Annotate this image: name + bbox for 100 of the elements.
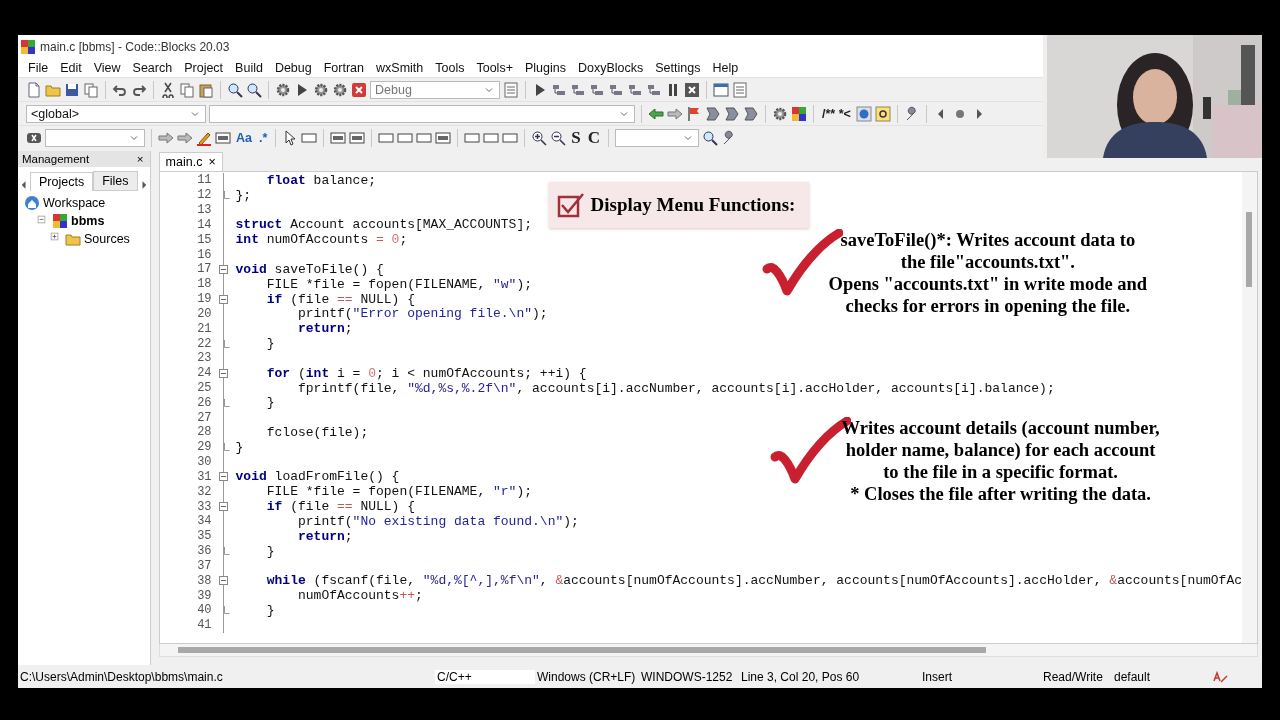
globe-icon[interactable] [855,105,872,122]
menu-item[interactable]: Tools+ [470,60,519,75]
replace-icon[interactable] [246,81,262,98]
menu-item[interactable]: Edit [54,60,88,75]
code-line: FILE *file = fopen(FILENAME, "r"); [265,484,533,500]
dropdown-field[interactable] [615,128,700,147]
line-number: 34 [196,514,212,529]
line-number: 20 [196,306,212,321]
menu-item[interactable]: DoxyBlocks [571,60,650,75]
fold-icon[interactable] [219,576,229,586]
menu-item[interactable]: Tools [429,60,471,75]
shape-icon[interactable] [349,129,366,146]
panel-tab[interactable]: Projects [30,172,94,191]
back-arrow-icon[interactable] [158,129,174,146]
line-number: 17 [196,262,212,277]
checkbox-icon [556,192,585,218]
search-icon[interactable] [702,129,719,146]
blocks-icon[interactable] [791,105,807,122]
bookmark-icon[interactable] [705,105,721,122]
search-icon[interactable] [227,81,243,98]
editor-tab[interactable]: main.c × [158,152,223,171]
tree-item[interactable]: bbms [71,214,105,228]
fold-icon[interactable] [219,472,229,482]
menu-item[interactable]: wxSmith [370,60,430,75]
gear-icon[interactable] [772,105,788,122]
menu-item[interactable]: File [22,60,55,75]
scrollbar-thumb[interactable] [1246,212,1252,287]
code-line: }; [235,187,252,203]
doxy-comment-button[interactable]: /** *< [820,106,853,121]
s-button[interactable]: S [569,127,583,148]
zoom-out-icon[interactable] [550,129,567,146]
panel-tab[interactable]: Files [93,171,138,191]
menu-item[interactable]: Debug [268,60,318,75]
code-line: if (file == NULL) { [265,499,415,515]
zoom-in-icon[interactable] [531,129,548,146]
gear-icon[interactable] [332,81,348,98]
code-line: printf("No existing data found.\n"); [296,513,579,529]
menu-item[interactable]: Settings [649,60,707,75]
stop-icon[interactable] [684,81,700,98]
menu-item[interactable]: Build [229,60,269,75]
abort-icon[interactable] [351,81,367,98]
back-arrow-icon[interactable] [648,105,664,122]
build-target-dropdown[interactable]: Debug [370,80,500,99]
regex-button[interactable]: .* [257,130,270,145]
line-number: 33 [196,499,212,514]
match-case-button[interactable]: Aa [234,130,254,145]
flag-icon[interactable] [686,105,702,122]
status-text: default [1113,669,1152,684]
scrollbar-thumb[interactable] [177,647,986,653]
new-file-icon[interactable] [26,81,42,98]
code-line: while (fscanf(file, "%d,%[^,],%f\n", &accounts[numOfAccounts].accNumber, accounts[numOfAccounts].accHolder, &accounts[numOfAc [265,573,1242,589]
code-line: return; [296,528,353,544]
menu-item[interactable]: Help [706,60,745,75]
save-icon[interactable] [64,81,80,98]
line-number: 29 [196,440,212,455]
code-line: printf("Error opening file.\n"); [296,306,548,322]
code-line: if (file == NULL) { [265,291,415,307]
gear-icon[interactable] [275,81,291,98]
code-line: } [265,602,275,618]
panel-title: Management [22,153,90,165]
line-number: 13 [196,203,212,218]
line-number: 12 [196,188,212,203]
code-line: for (int i = 0; i < numOfAccounts; ++i) { [265,365,587,381]
fold-icon[interactable] [219,368,229,378]
menu-item[interactable]: Plugins [518,60,572,75]
line-number: 27 [196,410,212,425]
menu-item[interactable]: View [87,60,127,75]
expand-icon[interactable] [50,231,62,244]
code-line: int numOfAccounts = 0; [235,232,408,248]
menu-item[interactable]: Project [178,60,230,75]
tree-item[interactable]: Sources [84,232,130,246]
c-button[interactable]: C [585,127,603,148]
shape-icon[interactable] [435,129,452,146]
forward-arrow-icon[interactable] [177,129,193,146]
paste-icon[interactable] [198,81,214,98]
save-all-icon[interactable] [83,81,99,98]
code-line: } [265,543,275,559]
line-number: 25 [196,381,212,395]
scope-dropdown[interactable]: <global> [26,104,206,123]
shape-icon[interactable] [330,129,347,146]
cut-icon[interactable] [160,81,176,98]
bookmark-icon[interactable] [724,105,740,122]
fold-icon[interactable] [219,294,229,304]
status-text: Read/Write [1042,669,1104,684]
project-icon [52,213,68,229]
line-number: 35 [196,529,212,544]
close-button[interactable]: × [136,153,144,165]
selection-icon[interactable] [215,129,231,146]
menu-item[interactable]: Search [126,60,179,75]
window-icon[interactable] [713,81,729,98]
menu-item[interactable]: Fortran [317,60,371,75]
help-icon[interactable] [874,105,891,122]
bookmark-icon[interactable] [743,105,759,122]
fold-icon[interactable] [219,502,229,512]
search-field[interactable] [45,128,145,147]
line-number: 15 [196,232,212,247]
tree-item[interactable]: Workspace [43,196,106,210]
fold-icon[interactable] [219,264,229,274]
gear-icon[interactable] [313,81,329,98]
forward-arrow-icon[interactable] [667,105,683,122]
